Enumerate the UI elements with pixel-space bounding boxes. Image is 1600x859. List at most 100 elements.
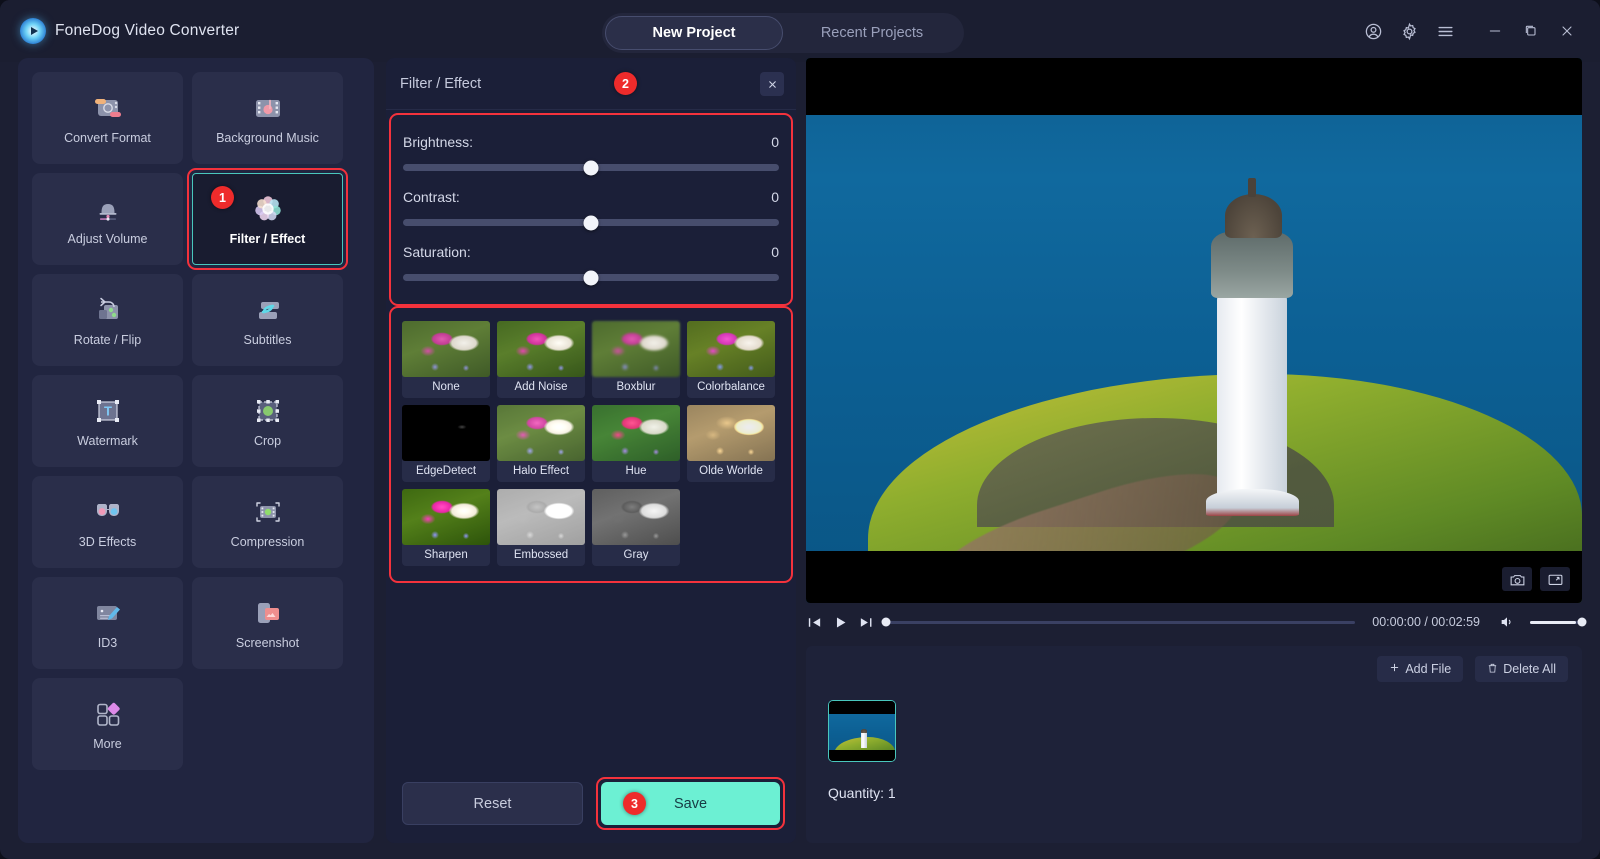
slider-saturation: Saturation: 0 (401, 234, 781, 289)
close-button[interactable] (1552, 16, 1582, 46)
filter-preset-sharpen[interactable]: Sharpen (402, 489, 490, 566)
add-file-label: Add File (1405, 662, 1451, 676)
sidebar-item-label: Screenshot (236, 636, 299, 650)
sidebar-item-label: ID3 (98, 636, 117, 650)
minimize-button[interactable] (1480, 16, 1510, 46)
sidebar-item-subtitles[interactable]: Subtitles (192, 274, 343, 366)
next-frame-icon[interactable] (858, 614, 875, 631)
filter-preset-thumbnail (402, 405, 490, 461)
camera-icon[interactable] (1502, 567, 1532, 591)
trash-icon (1487, 662, 1498, 677)
filter-preset-halo-effect[interactable]: Halo Effect (497, 405, 585, 482)
filter-preset-none[interactable]: None (402, 321, 490, 398)
slider-contrast: Contrast: 0 (401, 179, 781, 234)
step-badge-1: 1 (211, 186, 234, 209)
tab-recent-projects[interactable]: Recent Projects (783, 16, 961, 50)
volume-icon[interactable] (1499, 614, 1515, 630)
brand: FoneDog Video Converter (20, 18, 239, 44)
sidebar-item-background-music[interactable]: Background Music (192, 72, 343, 164)
sidebar-item-watermark[interactable]: T Watermark (32, 375, 183, 467)
previous-frame-icon[interactable] (806, 614, 823, 631)
play-icon[interactable] (832, 614, 849, 631)
filter-preset-thumbnail (497, 321, 585, 377)
sidebar-item-label: More (93, 737, 121, 751)
account-icon[interactable] (1358, 16, 1388, 46)
filter-preset-boxblur[interactable]: Boxblur (592, 321, 680, 398)
file-thumbnail-image (829, 701, 895, 761)
filter-preset-olde-worlde[interactable]: Olde Worlde (687, 405, 775, 482)
volume-knob[interactable] (1578, 618, 1587, 627)
filter-preset-add-noise[interactable]: Add Noise (497, 321, 585, 398)
file-thumbnail[interactable] (828, 700, 896, 762)
sidebar-item-id3[interactable]: ID3 (32, 577, 183, 669)
reset-button[interactable]: Reset (402, 782, 583, 825)
more-icon (91, 697, 125, 731)
tab-new-project[interactable]: New Project (605, 16, 783, 50)
video-preview[interactable] (806, 58, 1582, 603)
seek-knob[interactable] (882, 618, 891, 627)
subtitles-icon (251, 293, 285, 327)
settings-gear-icon[interactable] (1394, 16, 1424, 46)
sidebar-item-filter-effect[interactable]: 1 Filt (192, 173, 343, 265)
slider-brightness-track[interactable] (403, 164, 779, 171)
app-title: FoneDog Video Converter (55, 22, 239, 40)
delete-all-button[interactable]: Delete All (1475, 656, 1568, 682)
crop-icon (251, 394, 285, 428)
filter-preset-edgedetect[interactable]: EdgeDetect (402, 405, 490, 482)
sidebar-item-adjust-volume[interactable]: Adjust Volume (32, 173, 183, 265)
maximize-button[interactable] (1516, 16, 1546, 46)
thumb-tower (861, 732, 866, 748)
save-button[interactable]: 3 Save (601, 782, 780, 825)
filter-preset-gray[interactable]: Gray (592, 489, 680, 566)
application-window: FoneDog Video Converter New Project Rece… (0, 0, 1600, 859)
tab-recent-projects-label: Recent Projects (821, 25, 923, 41)
sidebar-item-convert-format[interactable]: Convert Format (32, 72, 183, 164)
sidebar-item-label: Background Music (216, 131, 319, 145)
id3-icon (91, 596, 125, 630)
thumb-letterbox-top (829, 701, 895, 714)
filter-preset-hue[interactable]: Hue (592, 405, 680, 482)
sidebar-item-rotate-flip[interactable]: Rotate / Flip (32, 274, 183, 366)
sidebar-item-3d-effects[interactable]: 3D Effects (32, 476, 183, 568)
sidebar-item-label: Crop (254, 434, 281, 448)
filter-preset-embossed[interactable]: Embossed (497, 489, 585, 566)
panel-title: Filter / Effect (400, 76, 481, 92)
file-list-toolbar: Add File Delete All (1377, 656, 1568, 682)
filter-preset-thumbnail (687, 405, 775, 461)
volume-fill (1530, 621, 1576, 624)
slider-brightness: Brightness: 0 (401, 124, 781, 179)
filter-preset-colorbalance[interactable]: Colorbalance (687, 321, 775, 398)
thumb-letterbox-bottom (829, 750, 895, 761)
filter-preset-thumbnail (687, 321, 775, 377)
tab-new-project-label: New Project (653, 25, 736, 41)
menu-hamburger-icon[interactable] (1430, 16, 1460, 46)
seek-bar[interactable] (886, 621, 1355, 624)
preview-actions (1502, 567, 1570, 591)
filter-preset-label: Halo Effect (513, 461, 569, 481)
scene-lighthouse-base (1206, 489, 1299, 516)
expand-icon[interactable] (1540, 567, 1570, 591)
slider-brightness-knob[interactable] (584, 160, 599, 175)
slider-contrast-track[interactable] (403, 219, 779, 226)
letterbox-bottom (806, 551, 1582, 603)
close-icon[interactable] (760, 72, 784, 96)
player-controls: 00:00:00 / 00:02:59 (806, 606, 1582, 638)
delete-all-label: Delete All (1503, 662, 1556, 676)
slider-saturation-track[interactable] (403, 274, 779, 281)
filter-preset-label: None (432, 377, 460, 397)
add-file-button[interactable]: Add File (1377, 656, 1463, 682)
sidebar-item-screenshot[interactable]: Screenshot (192, 577, 343, 669)
title-bar: FoneDog Video Converter New Project Rece… (0, 0, 1600, 62)
sidebar-item-compression[interactable]: Compression (192, 476, 343, 568)
quantity-label: Quantity: 1 (828, 785, 896, 801)
volume-slider[interactable] (1530, 621, 1582, 624)
slider-saturation-knob[interactable] (584, 270, 599, 285)
sidebar-item-label: Convert Format (64, 131, 151, 145)
sidebar-item-crop[interactable]: Crop (192, 375, 343, 467)
tool-grid: Convert Format Background Music (32, 72, 360, 770)
slider-contrast-knob[interactable] (584, 215, 599, 230)
reset-button-label: Reset (474, 796, 512, 812)
panel-header: Filter / Effect 2 (386, 58, 796, 110)
sidebar-item-more[interactable]: More (32, 678, 183, 770)
slider-brightness-value: 0 (771, 134, 779, 150)
